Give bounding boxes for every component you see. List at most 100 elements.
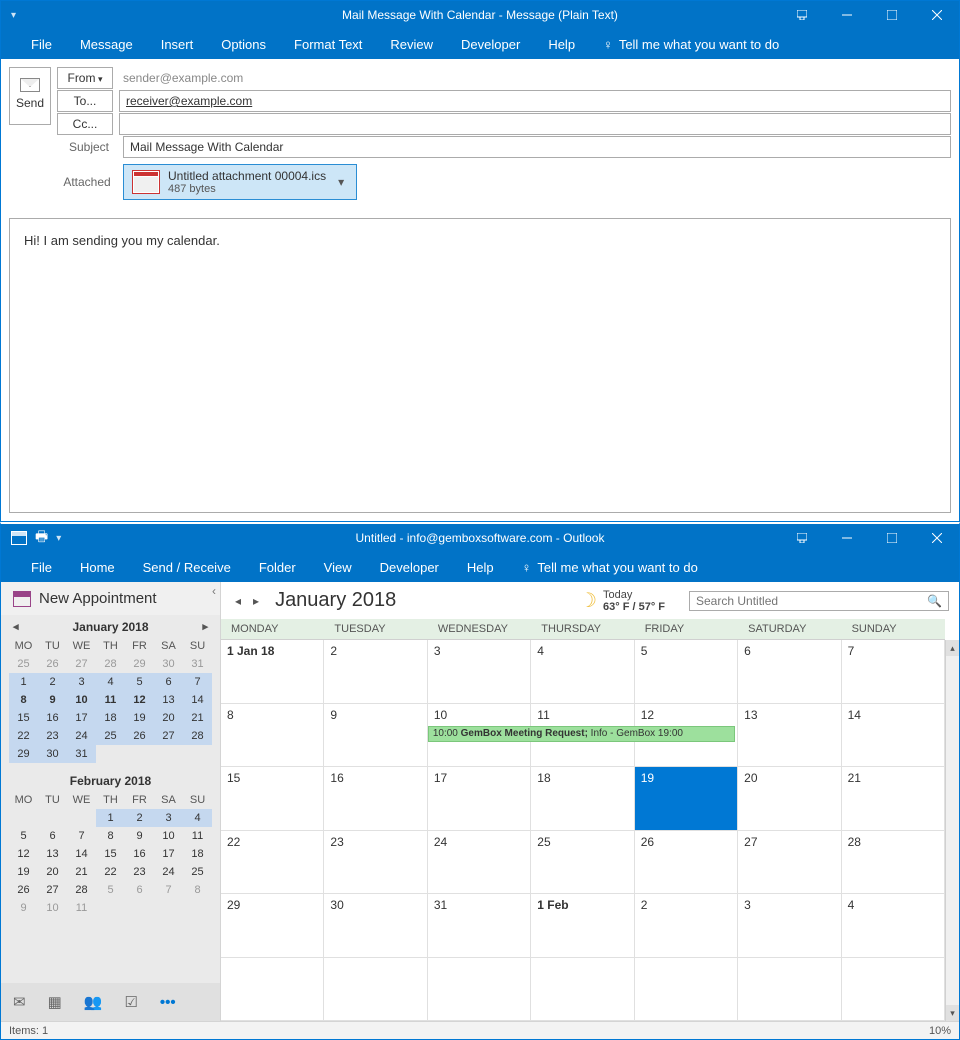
calendar-day-cell[interactable]: 6	[738, 640, 841, 704]
menu-folder[interactable]: Folder	[245, 554, 310, 581]
mini-cal-day[interactable]: 2	[38, 673, 67, 691]
mini-cal-day[interactable]: 1	[96, 809, 125, 827]
mini-cal-day[interactable]: 31	[183, 655, 212, 673]
mini-cal-day[interactable]: 31	[67, 745, 96, 763]
calendar-nav-icon[interactable]: ▦	[48, 993, 62, 1011]
mini-cal-day[interactable]: 5	[96, 881, 125, 899]
calendar-day-cell[interactable]: 9	[324, 704, 427, 768]
calendar-day-cell[interactable]	[842, 958, 945, 1022]
mini-cal-day[interactable]: 20	[154, 709, 183, 727]
message-body[interactable]: Hi! I am sending you my calendar.	[9, 218, 951, 513]
close-button[interactable]	[914, 1, 959, 29]
mini-cal-day[interactable]: 11	[183, 827, 212, 845]
mini-cal-day[interactable]: 28	[67, 881, 96, 899]
calendar-day-cell[interactable]: 14	[842, 704, 945, 768]
calendar-day-cell[interactable]: 23	[324, 831, 427, 895]
mini-cal-day[interactable]: 28	[183, 727, 212, 745]
mini-cal-day[interactable]: 10	[67, 691, 96, 709]
new-appointment-button[interactable]: New Appointment ‹	[1, 582, 220, 615]
ribbon-display-options-icon[interactable]	[779, 524, 824, 552]
mini-cal-day[interactable]: 12	[9, 845, 38, 863]
mini-cal-day[interactable]: 7	[154, 881, 183, 899]
mini-cal-day[interactable]: 19	[125, 709, 154, 727]
mini-cal-day[interactable]: 18	[183, 845, 212, 863]
mini-cal-day[interactable]: 12	[125, 691, 154, 709]
mini-cal-day[interactable]: 10	[154, 827, 183, 845]
mini-cal-day[interactable]: 14	[183, 691, 212, 709]
mini-cal-day[interactable]: 4	[183, 809, 212, 827]
calendar-qat-icon[interactable]	[11, 531, 27, 545]
mini-cal-day[interactable]: 20	[38, 863, 67, 881]
mini-cal-day[interactable]: 9	[38, 691, 67, 709]
calendar-day-cell[interactable]: 31	[428, 894, 531, 958]
more-nav-icon[interactable]: •••	[160, 994, 176, 1011]
mini-cal-next-icon[interactable]: ▸	[202, 620, 208, 633]
mini-cal-day[interactable]: 22	[9, 727, 38, 745]
calendar-day-cell[interactable]: 4	[531, 640, 634, 704]
search-input[interactable]	[696, 594, 927, 608]
mini-cal-day[interactable]: 13	[154, 691, 183, 709]
calendar-day-cell[interactable]: 26	[635, 831, 738, 895]
calendar-day-cell[interactable]	[635, 958, 738, 1022]
mini-cal-day[interactable]: 23	[125, 863, 154, 881]
menu-format-text[interactable]: Format Text	[280, 31, 376, 58]
mini-cal-day[interactable]: 11	[67, 899, 96, 917]
calendar-day-cell[interactable]: 20	[738, 767, 841, 831]
calendar-day-cell[interactable]: 19	[635, 767, 738, 831]
calendar-day-cell[interactable]: 16	[324, 767, 427, 831]
tasks-nav-icon[interactable]: ☑	[124, 993, 137, 1011]
mini-cal-day[interactable]: 6	[154, 673, 183, 691]
mini-cal-day[interactable]: 13	[38, 845, 67, 863]
calendar-day-cell[interactable]: 21	[842, 767, 945, 831]
people-nav-icon[interactable]: 👥	[84, 993, 103, 1011]
mini-cal-day[interactable]: 21	[183, 709, 212, 727]
mini-cal-day[interactable]: 27	[154, 727, 183, 745]
mini-cal-day[interactable]: 26	[9, 881, 38, 899]
maximize-button[interactable]	[869, 1, 914, 29]
mini-cal-day[interactable]: 7	[67, 827, 96, 845]
mini-cal-day[interactable]: 28	[96, 655, 125, 673]
mini-cal-day[interactable]: 16	[38, 709, 67, 727]
calendar-day-cell[interactable]: 2	[635, 894, 738, 958]
mini-cal-day[interactable]: 25	[183, 863, 212, 881]
print-qat-icon[interactable]: 🖶	[35, 526, 48, 550]
calendar-day-cell[interactable]	[221, 958, 324, 1022]
calendar-day-cell[interactable]	[738, 958, 841, 1022]
close-button[interactable]	[914, 524, 959, 552]
weather-widget[interactable]: ☽ Today 63° F / 57° F	[579, 588, 665, 613]
maximize-button[interactable]	[869, 524, 914, 552]
calendar-search[interactable]: 🔍	[689, 591, 949, 611]
menu-file[interactable]: File	[17, 554, 66, 581]
calendar-day-cell[interactable]	[324, 958, 427, 1022]
calendar-day-cell[interactable]: 2	[324, 640, 427, 704]
mini-cal-prev-icon[interactable]: ◂	[13, 620, 19, 633]
from-button[interactable]: From ▾	[57, 67, 113, 89]
calendar-day-cell[interactable]: 3	[738, 894, 841, 958]
menu-file[interactable]: File	[17, 31, 66, 58]
search-icon[interactable]: 🔍	[927, 594, 942, 608]
calendar-day-cell[interactable]: 28	[842, 831, 945, 895]
minimize-button[interactable]	[824, 1, 869, 29]
collapse-sidebar-icon[interactable]: ‹	[212, 584, 216, 598]
attachment-chip[interactable]: Untitled attachment 00004.ics 487 bytes …	[123, 164, 357, 200]
mini-cal-day[interactable]: 26	[38, 655, 67, 673]
menu-review[interactable]: Review	[376, 31, 447, 58]
mini-cal-day[interactable]: 23	[38, 727, 67, 745]
mini-cal-day[interactable]: 24	[154, 863, 183, 881]
mini-cal-day[interactable]: 24	[67, 727, 96, 745]
mail-nav-icon[interactable]: ✉	[13, 993, 26, 1011]
menu-developer[interactable]: Developer	[366, 554, 453, 581]
mini-cal-day[interactable]: 29	[9, 745, 38, 763]
calendar-day-cell[interactable]: 18	[531, 767, 634, 831]
mini-cal-day[interactable]: 26	[125, 727, 154, 745]
calendar-day-cell[interactable]: 27	[738, 831, 841, 895]
mini-cal-day[interactable]: 17	[154, 845, 183, 863]
calendar-day-cell[interactable]: 1 Jan 18	[221, 640, 324, 704]
vertical-scrollbar[interactable]: ▴ ▾	[945, 640, 959, 1021]
calendar-day-cell[interactable]	[428, 958, 531, 1022]
mini-cal-day[interactable]: 9	[9, 899, 38, 917]
mini-cal-day[interactable]: 10	[38, 899, 67, 917]
mini-cal-day[interactable]: 30	[38, 745, 67, 763]
calendar-day-cell[interactable]: 4	[842, 894, 945, 958]
mini-cal-day[interactable]: 1	[9, 673, 38, 691]
